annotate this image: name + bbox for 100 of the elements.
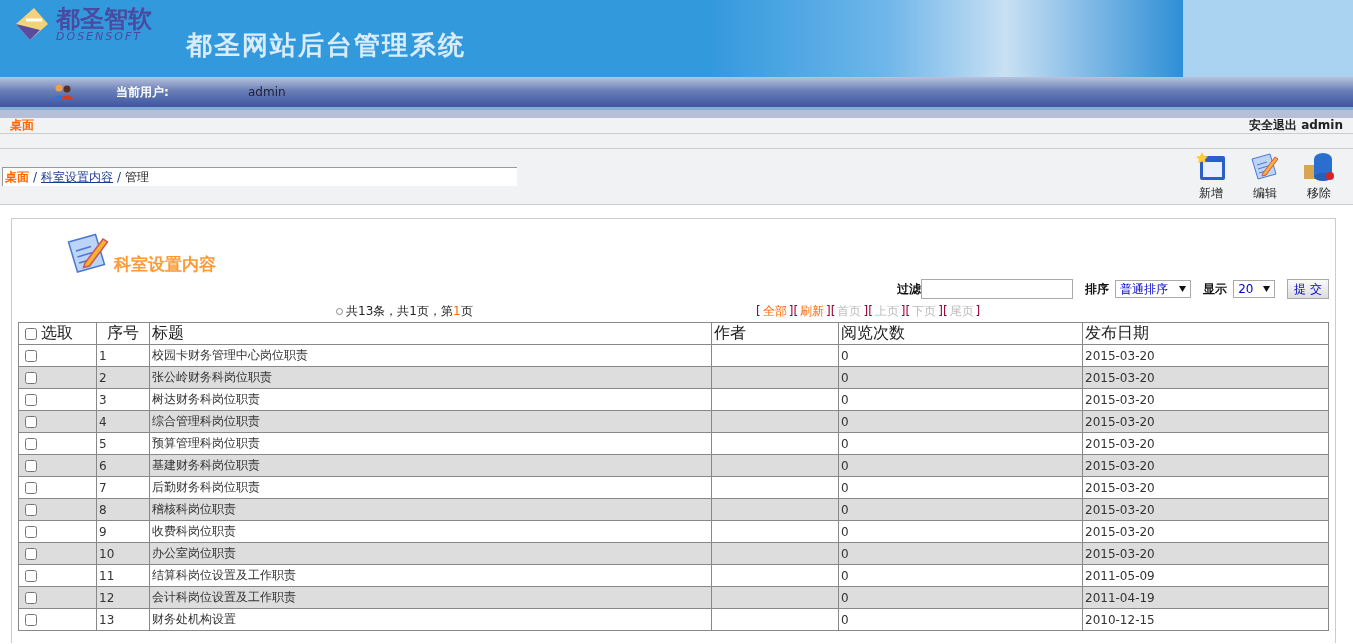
table-cell: 4 [96, 410, 150, 433]
bracket: ] [863, 304, 869, 318]
bracket: ] [788, 304, 794, 318]
table-cell: 1 [96, 344, 150, 367]
select-all-checkbox[interactable] [25, 327, 37, 340]
column-header: 序号 [96, 322, 150, 345]
table-cell: 2015-03-20 [1082, 366, 1329, 389]
table-cell: 7 [96, 476, 150, 499]
document-pencil-icon [1249, 151, 1281, 183]
table-cell: 2015-03-20 [1082, 498, 1329, 521]
caret-icon [1263, 286, 1271, 292]
page-info: 共13条，共1页，第1页 [346, 302, 473, 320]
sort-label: 排序 [1085, 280, 1110, 298]
row-checkbox[interactable] [25, 526, 37, 538]
table-cell: 2011-04-19 [1082, 586, 1329, 609]
table-cell: 0 [838, 454, 1083, 477]
column-header: 选取 [18, 322, 97, 345]
table-cell: 财务处机构设置 [149, 608, 712, 631]
filter-label: 过滤 [897, 280, 922, 298]
bracket: [ [868, 304, 873, 318]
bracket: [ [793, 304, 799, 318]
column-header: 阅览次数 [838, 322, 1083, 345]
table-cell: 0 [838, 366, 1083, 389]
page-size-dropdown[interactable]: 20 [1233, 280, 1276, 298]
table-cell: 后勤财务科岗位职责 [149, 476, 712, 499]
table-cell: 0 [838, 344, 1083, 367]
submit-button[interactable]: 提 交 [1287, 279, 1329, 299]
table-cell: 2015-03-20 [1082, 432, 1329, 455]
table-cell: 综合管理科岗位职责 [149, 410, 712, 433]
table-cell: 0 [838, 388, 1083, 411]
show-label: 显示 [1203, 280, 1228, 298]
table-cell: 2015-03-20 [1082, 542, 1329, 565]
table-cell: 会计科岗位设置及工作职责 [149, 586, 712, 609]
users-icon [52, 84, 74, 100]
table-cell: 2010-12-15 [1082, 608, 1329, 631]
table-cell: 2015-03-20 [1082, 520, 1329, 543]
sort-dropdown[interactable]: 普通排序 [1115, 280, 1192, 298]
table-cell: 张公岭财务科岗位职责 [149, 366, 712, 389]
row-checkbox[interactable] [25, 372, 37, 384]
breadcrumb-separator: / [117, 170, 122, 184]
row-checkbox[interactable] [25, 504, 37, 516]
row-checkbox[interactable] [25, 570, 37, 582]
bullet-icon [336, 307, 343, 315]
table-cell: 树达财务科岗位职责 [149, 388, 712, 411]
table-cell: 校园卡财务管理中心岗位职责 [149, 344, 712, 367]
table-cell: 预算管理科岗位职责 [149, 432, 712, 455]
logout-link[interactable]: 安全退出 admin [1248, 117, 1343, 134]
table-cell: 基建财务科岗位职责 [149, 454, 712, 477]
bracket: ] [826, 304, 831, 318]
table-cell: 0 [838, 410, 1083, 433]
toolbar-button[interactable]: 移除 [1303, 151, 1335, 202]
row-checkbox[interactable] [25, 350, 37, 362]
table-cell: 0 [838, 564, 1083, 587]
table-cell: 结算科岗位设置及工作职责 [149, 564, 712, 587]
logo-subtitle: DOSENSOFT [56, 30, 142, 42]
table-cell: 8 [96, 498, 150, 521]
row-checkbox[interactable] [25, 614, 37, 626]
row-checkbox[interactable] [25, 548, 37, 560]
row-checkbox[interactable] [25, 438, 37, 450]
bracket: ] [975, 304, 981, 318]
table-cell: 2 [96, 366, 150, 389]
table-cell: 6 [96, 454, 150, 477]
table-cell: 2011-05-09 [1082, 564, 1329, 587]
panel-title: 科室设置内容 [114, 253, 216, 276]
table-cell: 10 [96, 542, 150, 565]
logo-text: 都圣智软 [56, 6, 152, 31]
filter-field[interactable] [921, 279, 1074, 299]
toolbar-button[interactable]: 编辑 [1249, 151, 1281, 202]
table-cell: 稽核科岗位职责 [149, 498, 712, 521]
bracket: ] [938, 304, 943, 318]
toolbar-button[interactable]: 新增 [1195, 151, 1227, 202]
table-cell: 12 [96, 586, 150, 609]
table-cell: 收费科岗位职责 [149, 520, 712, 543]
table-cell: 2015-03-20 [1082, 476, 1329, 499]
column-header: 标题 [149, 322, 712, 345]
table-cell: 2015-03-20 [1082, 454, 1329, 477]
table-cell: 13 [96, 608, 150, 631]
bracket: [ [756, 304, 761, 318]
table-cell: 0 [838, 542, 1083, 565]
table-cell: 0 [838, 520, 1083, 543]
breadcrumb-current: 管理 [125, 168, 150, 186]
table-cell: 0 [838, 432, 1083, 455]
bracket: [ [942, 304, 948, 318]
breadcrumb-link[interactable]: 科室设置内容 [41, 168, 114, 186]
table-cell: 11 [96, 564, 150, 587]
table-cell: 办公室岗位职责 [149, 542, 712, 565]
row-checkbox[interactable] [25, 394, 37, 406]
row-checkbox[interactable] [25, 460, 37, 472]
column-header: 发布日期 [1082, 322, 1329, 345]
breadcrumb-separator: / [33, 170, 38, 184]
row-checkbox[interactable] [25, 592, 37, 604]
table-cell: 5 [96, 432, 150, 455]
row-checkbox[interactable] [25, 482, 37, 494]
row-checkbox[interactable] [25, 416, 37, 428]
table-cell: 2015-03-20 [1082, 388, 1329, 411]
current-user-label: 当前用户: [116, 83, 170, 101]
table-cell: 0 [838, 498, 1083, 521]
database-box-icon [1303, 151, 1335, 183]
column-header: 作者 [711, 322, 839, 345]
bracket: [ [905, 304, 911, 318]
